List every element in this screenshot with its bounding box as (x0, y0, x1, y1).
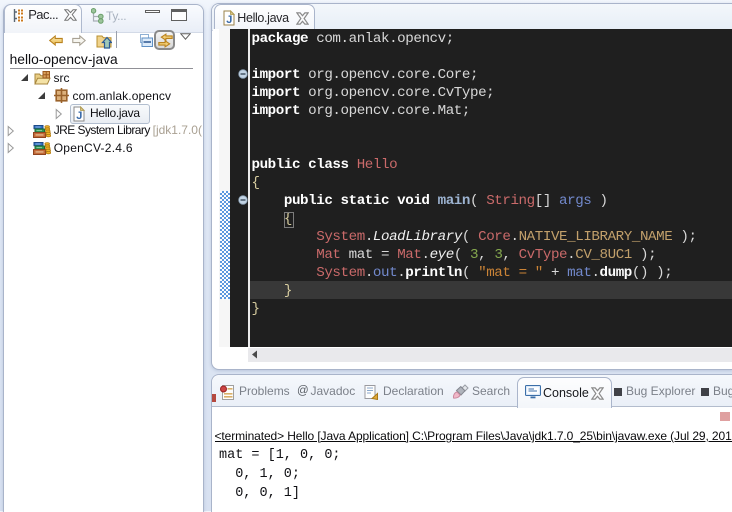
svg-text:J: J (226, 14, 232, 26)
svg-text:J: J (76, 110, 82, 122)
